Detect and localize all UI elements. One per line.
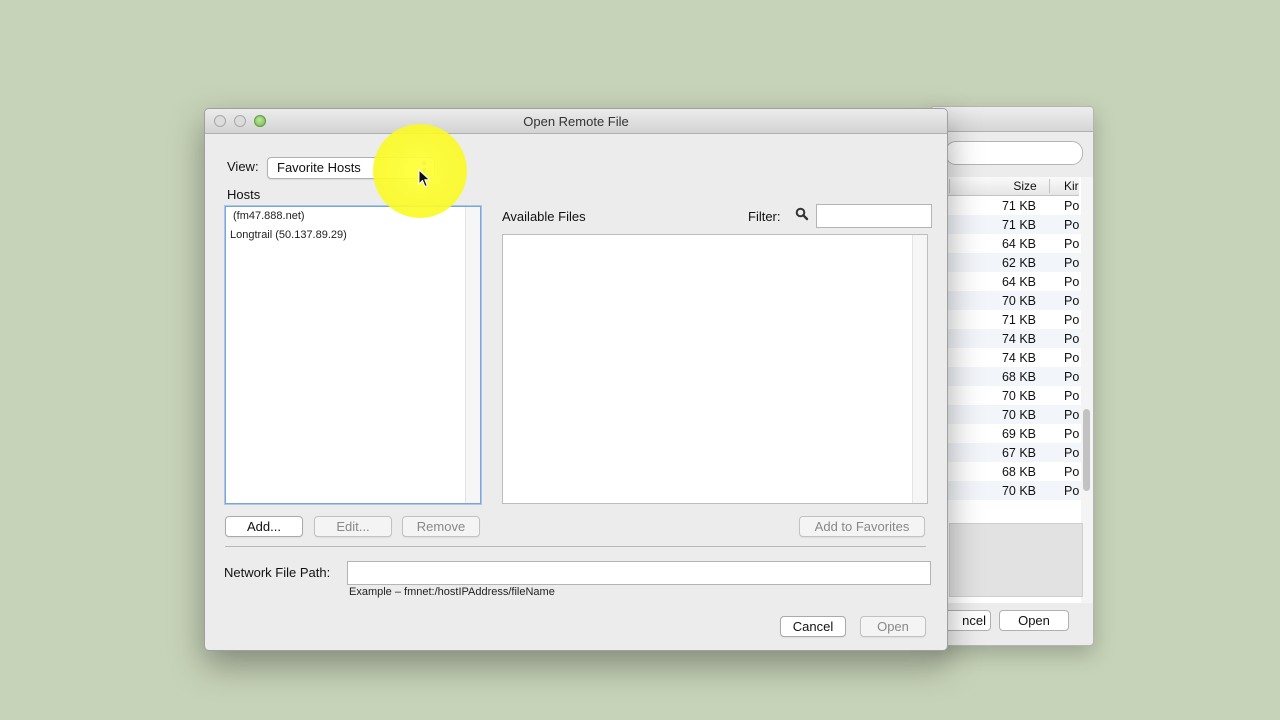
file-size-cell: 74 KB [1001, 351, 1036, 365]
file-size-cell: 68 KB [1001, 370, 1036, 384]
background-table-row[interactable]: 69 KB Po [931, 424, 1081, 443]
file-size-cell: 64 KB [1001, 275, 1036, 289]
file-kind-cell: Po [1064, 294, 1080, 308]
background-table-row[interactable]: 71 KB Po [931, 196, 1081, 215]
file-size-cell: 70 KB [1001, 408, 1036, 422]
network-file-path-label: Network File Path: [224, 565, 331, 580]
file-size-cell: 69 KB [1001, 427, 1036, 441]
file-size-cell: 68 KB [1001, 465, 1036, 479]
column-separator [1049, 179, 1050, 193]
add-host-button[interactable]: Add... [225, 516, 303, 537]
filter-input[interactable] [816, 204, 932, 228]
background-open-button[interactable]: Open [999, 610, 1069, 631]
file-kind-cell: Po [1064, 484, 1080, 498]
remove-host-button[interactable]: Remove [402, 516, 480, 537]
file-kind-cell: Po [1064, 465, 1080, 479]
file-kind-cell: Po [1064, 446, 1080, 460]
background-table-row[interactable]: 68 KB Po [931, 462, 1081, 481]
file-size-cell: 74 KB [1001, 332, 1036, 346]
column-header-kind[interactable]: Kir [1064, 179, 1079, 193]
hosts-label: Hosts [227, 187, 261, 202]
file-size-cell: 67 KB [1001, 446, 1036, 460]
background-table-row[interactable]: 67 KB Po [931, 443, 1081, 462]
background-table-rows: 71 KB Po 71 KB Po 64 KB Po 62 KB Po 64 KB Po 70 KB… [931, 196, 1081, 500]
background-table-header: Size Kir [931, 177, 1079, 196]
file-kind-cell: Po [1064, 370, 1080, 384]
file-kind-cell: Po [1064, 427, 1080, 441]
view-popup-value: Favorite Hosts [277, 160, 361, 175]
column-header-size[interactable]: Size [1005, 179, 1045, 193]
network-file-path-example: Example – fmnet:/hostIPAddress/fileName [349, 586, 555, 598]
background-table-row[interactable]: 70 KB Po [931, 405, 1081, 424]
cancel-button[interactable]: Cancel [780, 616, 846, 637]
column-separator [949, 179, 950, 193]
host-item[interactable]: (fm47.888.net) [233, 210, 305, 222]
search-icon [795, 207, 809, 221]
hosts-list[interactable]: (fm47.888.net) Longtrail (50.137.89.29) [225, 206, 481, 504]
available-files-scrollbar[interactable] [912, 235, 927, 503]
background-table-row[interactable]: 62 KB Po [931, 253, 1081, 272]
view-label: View: [227, 159, 259, 174]
available-files-label: Available Files [502, 209, 586, 224]
background-table-row[interactable]: 71 KB Po [931, 310, 1081, 329]
file-size-cell: 70 KB [1001, 484, 1036, 498]
file-kind-cell: Po [1064, 389, 1080, 403]
background-search-field[interactable] [945, 141, 1083, 165]
file-size-cell: 71 KB [1001, 313, 1036, 327]
file-kind-cell: Po [1064, 408, 1080, 422]
file-kind-cell: Po [1064, 237, 1080, 251]
divider [225, 546, 926, 547]
add-to-favorites-button[interactable]: Add to Favorites [799, 516, 925, 537]
file-size-cell: 62 KB [1001, 256, 1036, 270]
background-window-titlebar [931, 107, 1093, 132]
dialog-title: Open Remote File [523, 114, 629, 129]
file-kind-cell: Po [1064, 313, 1080, 327]
background-table-row[interactable]: 74 KB Po [931, 329, 1081, 348]
available-files-list[interactable] [502, 234, 928, 504]
background-table-row[interactable]: 68 KB Po [931, 367, 1081, 386]
mouse-pointer-icon [418, 169, 431, 188]
file-size-cell: 71 KB [1001, 199, 1036, 213]
dialog-titlebar: Open Remote File [205, 109, 947, 134]
background-table-row[interactable]: 64 KB Po [931, 272, 1081, 291]
open-button[interactable]: Open [860, 616, 926, 637]
host-item[interactable]: Longtrail (50.137.89.29) [230, 229, 347, 241]
file-kind-cell: Po [1064, 256, 1080, 270]
background-table-row[interactable]: 71 KB Po [931, 215, 1081, 234]
hosts-list-scrollbar[interactable] [465, 207, 480, 503]
file-size-cell: 64 KB [1001, 237, 1036, 251]
file-kind-cell: Po [1064, 218, 1080, 232]
filter-label: Filter: [748, 209, 781, 224]
background-table-row[interactable]: 74 KB Po [931, 348, 1081, 367]
file-kind-cell: Po [1064, 351, 1080, 365]
file-size-cell: 70 KB [1001, 294, 1036, 308]
file-size-cell: 71 KB [1001, 218, 1036, 232]
background-table-row[interactable]: 64 KB Po [931, 234, 1081, 253]
file-kind-cell: Po [1064, 332, 1080, 346]
edit-host-button[interactable]: Edit... [314, 516, 392, 537]
background-preview-area [949, 523, 1083, 597]
file-kind-cell: Po [1064, 275, 1080, 289]
background-scrollbar-thumb[interactable] [1083, 409, 1090, 491]
background-window: Size Kir 71 KB Po 71 KB Po 64 KB Po 62 KB Po 64 … [930, 106, 1094, 646]
file-size-cell: 70 KB [1001, 389, 1036, 403]
background-table-row[interactable]: 70 KB Po [931, 291, 1081, 310]
file-kind-cell: Po [1064, 199, 1080, 213]
background-table-row[interactable]: 70 KB Po [931, 481, 1081, 500]
background-table-row[interactable]: 70 KB Po [931, 386, 1081, 405]
network-file-path-input[interactable] [347, 561, 931, 585]
open-remote-file-dialog: Open Remote File View: Favorite Hosts ▲▼… [204, 108, 948, 651]
